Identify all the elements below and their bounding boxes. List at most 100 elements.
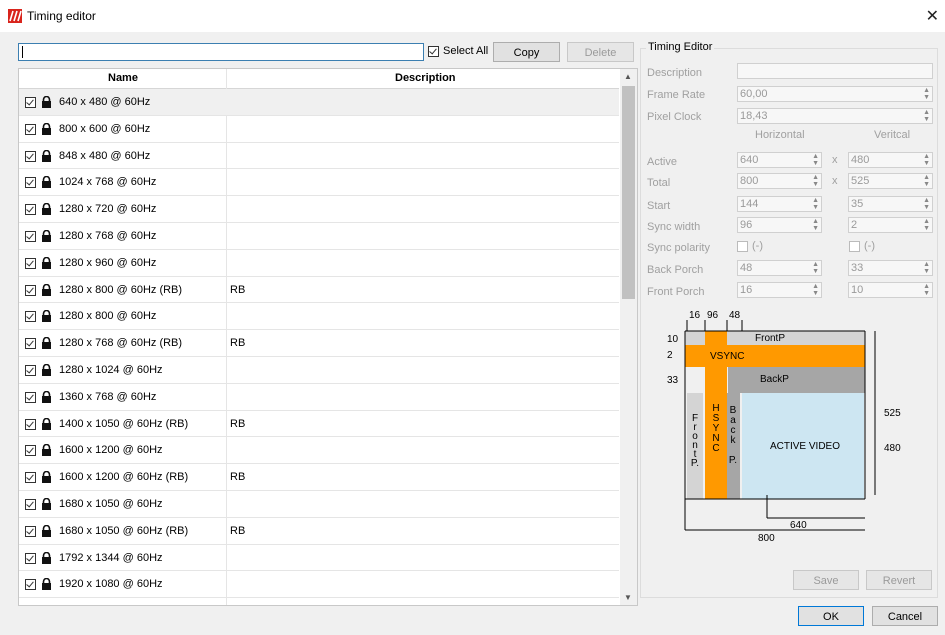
spin-arrows-icon[interactable]: ▲ ▼	[923, 109, 930, 123]
table-row[interactable]: 1280 x 800 @ 60Hz (RB) RB	[19, 277, 619, 304]
v-sync-polarity-checkbox[interactable]: (-)	[849, 240, 875, 252]
spin-arrows-icon[interactable]: ▲ ▼	[812, 283, 819, 297]
table-row[interactable]: 848 x 480 @ 60Hz	[19, 143, 619, 170]
ok-button[interactable]: OK	[798, 606, 864, 626]
front-porch-h-spinbox[interactable]: 16 ▲ ▼	[737, 282, 822, 298]
cancel-button[interactable]: Cancel	[872, 606, 938, 626]
table-row[interactable]: 1280 x 800 @ 60Hz	[19, 303, 619, 331]
spin-arrows-icon[interactable]: ▲ ▼	[923, 174, 930, 188]
table-row[interactable]: 1360 x 768 @ 60Hz	[19, 384, 619, 411]
scrollbar-thumb[interactable]	[622, 86, 635, 299]
row-checkbox[interactable]	[25, 204, 36, 216]
table-row[interactable]: 1024 x 768 @ 60Hz	[19, 169, 619, 197]
spin-arrows-icon[interactable]: ▲ ▼	[923, 261, 930, 275]
row-checkbox[interactable]	[25, 177, 36, 189]
save-button[interactable]: Save	[793, 570, 859, 590]
row-name: 848 x 480 @ 60Hz	[59, 149, 151, 162]
table-row[interactable]: 1280 x 1024 @ 60Hz	[19, 357, 619, 384]
spin-arrows-icon[interactable]: ▲ ▼	[923, 153, 930, 167]
pixel-clock-spinbox[interactable]: 18,43 ▲ ▼	[737, 108, 933, 124]
h-sync-polarity-checkbox[interactable]: (-)	[737, 240, 763, 252]
table-header: Name Description	[19, 69, 619, 89]
total-h-spinbox[interactable]: 800 ▲ ▼	[737, 173, 822, 189]
start-h-value: 144	[740, 198, 759, 210]
row-checkbox[interactable]	[25, 498, 36, 510]
row-checkbox[interactable]	[25, 97, 36, 108]
table-row[interactable]: 1680 x 1050 @ 60Hz	[19, 491, 619, 518]
row-checkbox[interactable]	[25, 311, 36, 323]
select-all-check-icon[interactable]	[428, 45, 439, 57]
row-checkbox[interactable]	[25, 552, 36, 564]
search-input[interactable]	[18, 43, 424, 61]
table-row[interactable]: 800 x 600 @ 60Hz	[19, 116, 619, 143]
sync-width-v-spinbox[interactable]: 2 ▲ ▼	[848, 217, 933, 233]
table-row[interactable]: 640 x 480 @ 60Hz	[19, 89, 619, 116]
active-v-spinbox[interactable]: 480 ▲ ▼	[848, 152, 933, 168]
row-checkbox[interactable]	[25, 338, 36, 350]
delete-button[interactable]: Delete	[567, 42, 634, 62]
row-name: 1280 x 768 @ 60Hz (RB)	[59, 337, 183, 350]
start-v-spinbox[interactable]: 35 ▲ ▼	[848, 196, 933, 212]
spin-arrows-icon[interactable]: ▲ ▼	[812, 197, 819, 211]
table-row[interactable]: 1280 x 768 @ 60Hz	[19, 223, 619, 250]
table-row[interactable]: 1400 x 1050 @ 60Hz (RB) RB	[19, 411, 619, 438]
row-checkbox[interactable]	[25, 150, 36, 162]
select-all-checkbox[interactable]: Select All	[428, 45, 488, 57]
spin-arrows-icon[interactable]: ▲ ▼	[812, 261, 819, 275]
row-checkbox[interactable]	[25, 364, 36, 376]
row-name: 1280 x 720 @ 60Hz	[59, 203, 157, 216]
column-header-name[interactable]: Name	[108, 72, 138, 84]
row-checkbox[interactable]	[25, 418, 36, 430]
row-checkbox[interactable]	[25, 472, 36, 484]
description-field[interactable]	[737, 63, 933, 79]
table-row[interactable]: 1280 x 720 @ 60Hz	[19, 196, 619, 223]
vertical-scrollbar[interactable]: ▲ ▼	[620, 69, 637, 605]
back-porch-h-spinbox[interactable]: 48 ▲ ▼	[737, 260, 822, 276]
row-checkbox[interactable]	[25, 445, 36, 457]
row-name: 1600 x 1200 @ 60Hz (RB)	[59, 471, 189, 484]
row-description: RB	[230, 524, 246, 537]
frame-rate-spinbox[interactable]: 60,00 ▲ ▼	[737, 86, 933, 102]
close-icon[interactable]: ✕	[926, 6, 939, 26]
spin-arrows-icon[interactable]: ▲ ▼	[812, 174, 819, 188]
back-porch-label: Back Porch	[647, 264, 704, 276]
row-checkbox[interactable]	[25, 123, 36, 135]
lock-icon	[42, 256, 51, 269]
row-checkbox[interactable]	[25, 284, 36, 296]
x-separator: x	[832, 175, 838, 187]
table-row[interactable]: 1680 x 1050 @ 60Hz (RB) RB	[19, 518, 619, 545]
revert-button[interactable]: Revert	[866, 570, 932, 590]
h-sync-label: 96	[707, 310, 719, 321]
checkbox-icon[interactable]	[849, 240, 860, 252]
table-row[interactable]: 1792 x 1344 @ 60Hz	[19, 545, 619, 572]
back-porch-top-block	[728, 367, 865, 393]
column-header-description[interactable]: Description	[395, 72, 456, 84]
back-porch-v-spinbox[interactable]: 33 ▲ ▼	[848, 260, 933, 276]
row-checkbox[interactable]	[25, 257, 36, 269]
table-row[interactable]: 1920 x 1080 @ 60Hz	[19, 571, 619, 599]
spin-arrows-icon[interactable]: ▲ ▼	[923, 218, 930, 232]
row-checkbox[interactable]	[25, 525, 36, 537]
spin-arrows-icon[interactable]: ▲ ▼	[812, 218, 819, 232]
scroll-down-icon[interactable]: ▼	[624, 593, 632, 602]
copy-button[interactable]: Copy	[493, 42, 560, 62]
start-h-spinbox[interactable]: 144 ▲ ▼	[737, 196, 822, 212]
spin-arrows-icon[interactable]: ▲ ▼	[812, 153, 819, 167]
timings-table: Name Description 640 x 480 @ 60Hz 800 x 6…	[18, 68, 638, 606]
active-h-spinbox[interactable]: 640 ▲ ▼	[737, 152, 822, 168]
table-row[interactable]: 1280 x 960 @ 60Hz	[19, 250, 619, 277]
spin-arrows-icon[interactable]: ▲ ▼	[923, 197, 930, 211]
checkbox-icon[interactable]	[737, 240, 748, 252]
scroll-up-icon[interactable]: ▲	[624, 72, 632, 81]
front-porch-v-spinbox[interactable]: 10 ▲ ▼	[848, 282, 933, 298]
table-row[interactable]: 1280 x 768 @ 60Hz (RB) RB	[19, 330, 619, 357]
spin-arrows-icon[interactable]: ▲ ▼	[923, 283, 930, 297]
spin-arrows-icon[interactable]: ▲ ▼	[923, 87, 930, 101]
row-checkbox[interactable]	[25, 579, 36, 591]
row-checkbox[interactable]	[25, 391, 36, 403]
table-row[interactable]: 1600 x 1200 @ 60Hz (RB) RB	[19, 464, 619, 491]
total-v-spinbox[interactable]: 525 ▲ ▼	[848, 173, 933, 189]
sync-width-h-spinbox[interactable]: 96 ▲ ▼	[737, 217, 822, 233]
table-row[interactable]: 1600 x 1200 @ 60Hz	[19, 437, 619, 465]
row-checkbox[interactable]	[25, 230, 36, 242]
